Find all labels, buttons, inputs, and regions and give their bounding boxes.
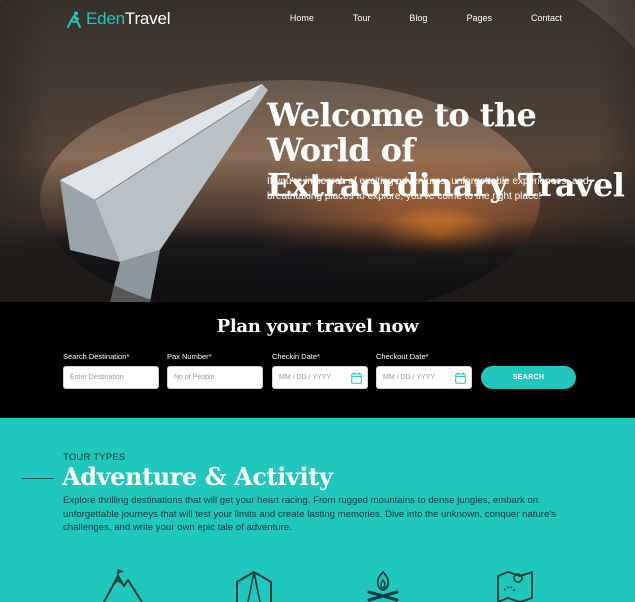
search-button[interactable]: SEARCH (481, 366, 576, 389)
top-nav: EdenTravel Home Tour Blog Pages Contact (0, 0, 635, 38)
plan-travel-section: Plan your travel now Search Destination*… (0, 302, 635, 418)
pax-field: Pax Number* (167, 352, 263, 389)
nav-contact[interactable]: Contact (531, 13, 562, 23)
destination-input[interactable] (70, 374, 152, 381)
hiker-icon (67, 11, 81, 28)
campfire-icon[interactable] (365, 568, 401, 602)
checkin-input[interactable] (279, 374, 361, 381)
nav-blog[interactable]: Blog (409, 13, 427, 23)
nav-tour[interactable]: Tour (353, 13, 371, 23)
checkout-field: Checkout Date* (376, 352, 472, 389)
tour-title: Adventure & Activity (62, 462, 333, 491)
tour-types-section: TOUR TYPES Adventure & Activity Explore … (0, 418, 635, 602)
calendar-icon[interactable] (455, 372, 466, 384)
nav-home[interactable]: Home (290, 13, 314, 23)
destination-field: Search Destination* (63, 352, 159, 389)
airplane-wing-image (60, 84, 268, 302)
pax-box (167, 366, 263, 389)
nav-menu: Home Tour Blog Pages Contact (251, 13, 562, 23)
checkout-box (376, 366, 472, 389)
plan-title: Plan your travel now (216, 316, 419, 337)
tour-description: Explore thrilling destinations that will… (63, 495, 556, 533)
checkin-field: Checkin Date* (272, 352, 368, 389)
brand-name: EdenTravel (86, 9, 171, 28)
nav-pages[interactable]: Pages (466, 13, 492, 23)
hero-subtitle: If you're in search of exciting adventur… (267, 176, 589, 202)
checkin-label: Checkin Date* (272, 352, 320, 361)
decorative-line (22, 478, 54, 479)
destination-label: Search Destination* (63, 352, 130, 361)
destination-box (63, 366, 159, 389)
calendar-icon[interactable] (351, 372, 362, 384)
checkout-input[interactable] (383, 374, 465, 381)
pax-input[interactable] (174, 374, 256, 381)
brand-logo[interactable]: EdenTravel (66, 9, 171, 29)
mountain-icon[interactable] (102, 568, 144, 602)
hero-section: EdenTravel Home Tour Blog Pages Contact … (0, 0, 635, 302)
checkin-box (272, 366, 368, 389)
pax-label: Pax Number* (167, 352, 212, 361)
map-pin-icon[interactable] (496, 568, 534, 602)
tent-icon[interactable] (234, 568, 274, 602)
checkout-label: Checkout Date* (376, 352, 429, 361)
